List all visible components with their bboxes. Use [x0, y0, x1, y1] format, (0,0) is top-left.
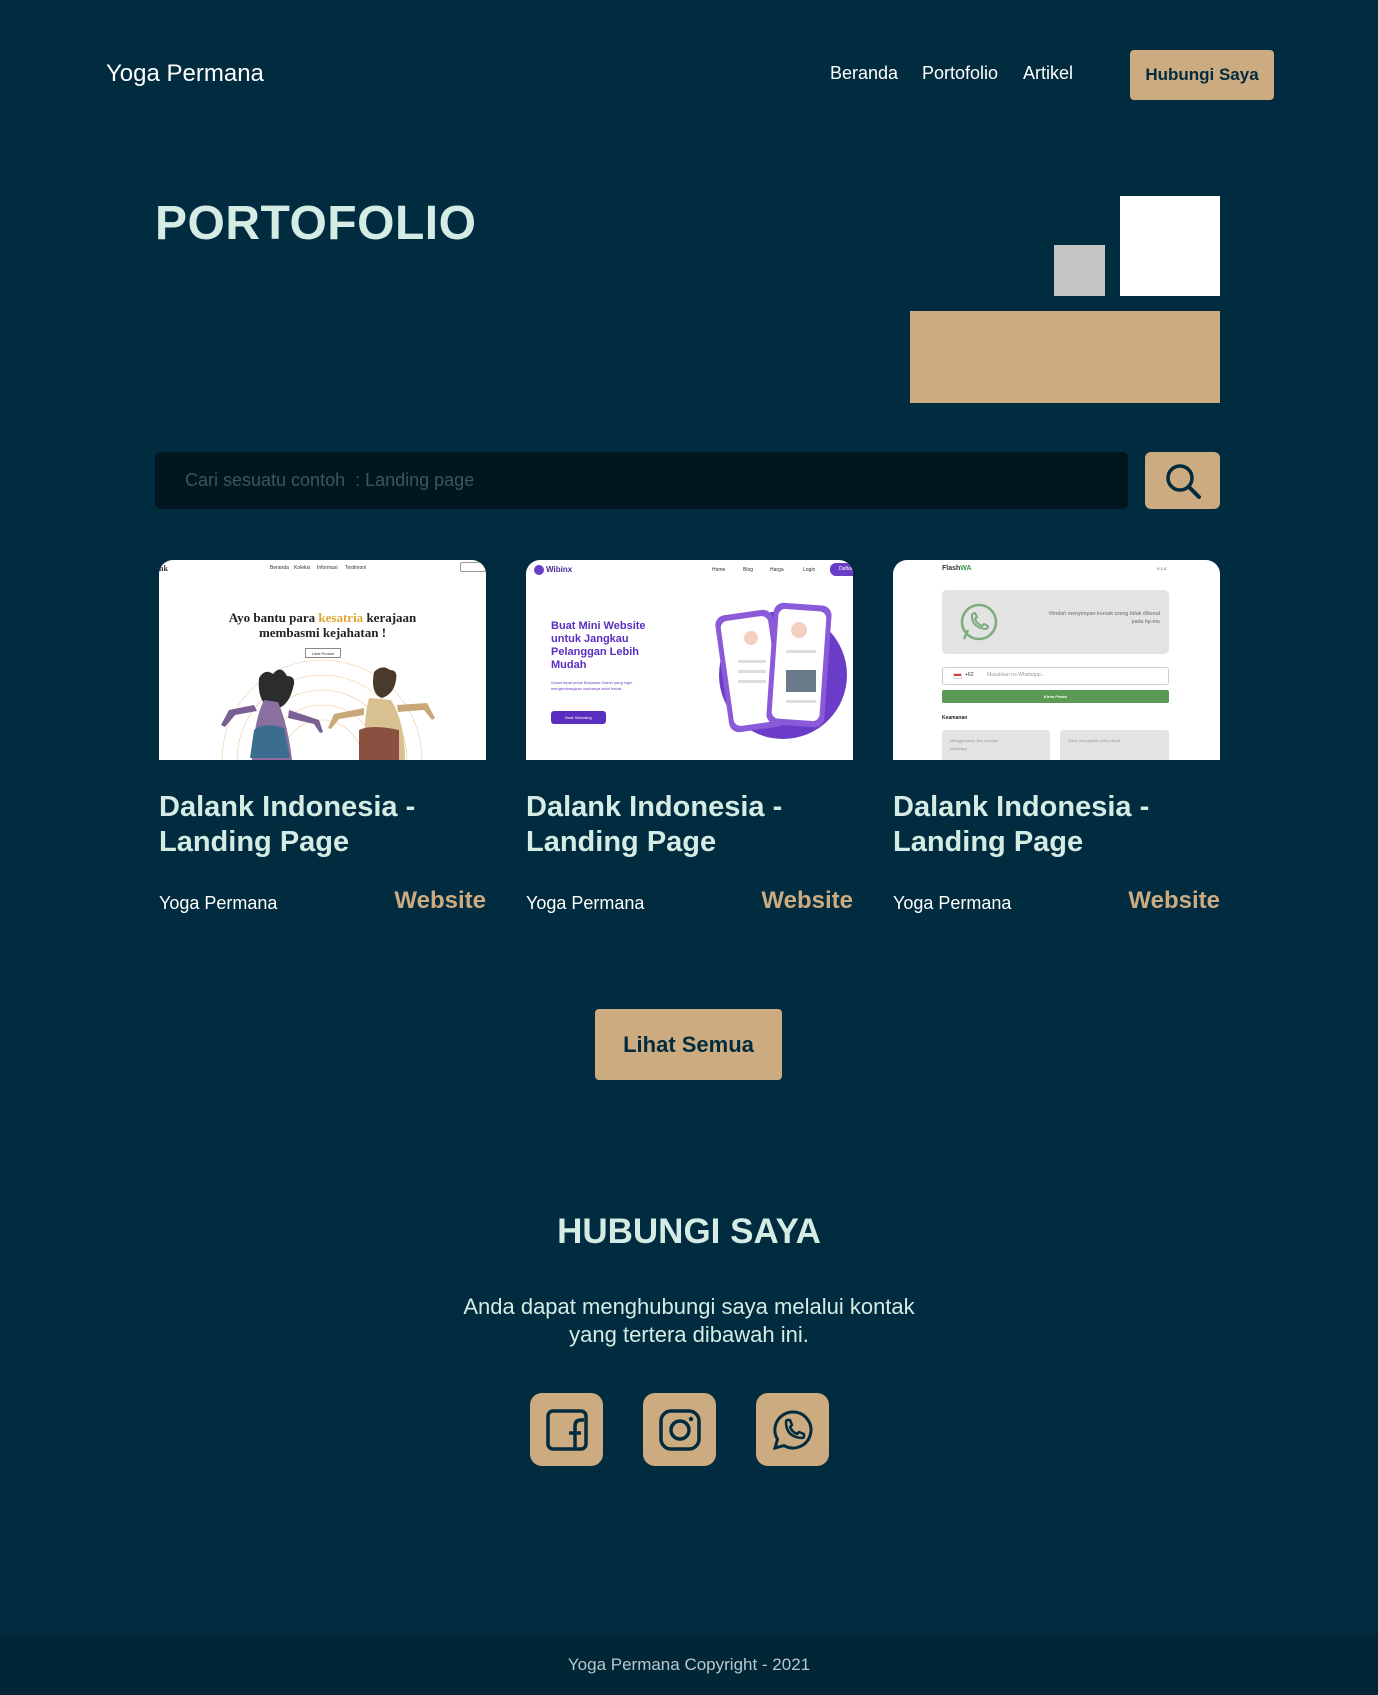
footer: Yoga Permana Copyright - 2021 — [0, 1635, 1378, 1695]
contact-description-line: yang tertera dibawah ini. — [569, 1322, 809, 1347]
card-meta: Yoga Permana Website — [893, 887, 1220, 917]
decor-tan-block — [910, 311, 1220, 403]
card-author: Yoga Permana — [159, 893, 278, 913]
portfolio-card[interactable]: FlashWA V 1.0 Hindari menyimpan kontak o… — [893, 560, 1220, 917]
thumb-nav: FlashWA V 1.0 — [893, 560, 1220, 576]
thumb-phone-input: +62 Masukkan no Whatsapp... — [942, 667, 1169, 685]
thumb-version: V 1.0 — [1157, 566, 1167, 571]
copyright-text: Yoga Permana Copyright - 2021 — [567, 1655, 811, 1674]
whatsapp-icon — [960, 603, 998, 641]
card-category[interactable]: Website — [394, 887, 486, 915]
flag-icon — [953, 673, 962, 679]
decor-grey-square — [1054, 245, 1105, 296]
card-category[interactable]: Website — [1128, 887, 1220, 915]
thumb-logo-accent: WA — [960, 565, 972, 572]
card-thumbnail: nk Beranda Koleksi Informasi Testimoni A… — [159, 560, 486, 760]
card-meta: Yoga Permana Website — [526, 887, 853, 917]
thumb-section-label: Keamanan — [942, 715, 968, 721]
facebook-button[interactable] — [530, 1393, 603, 1466]
nav-link-artikel[interactable]: Artikel — [1023, 63, 1073, 84]
card-thumbnail: FlashWA V 1.0 Hindari menyimpan kontak o… — [893, 560, 1220, 760]
thumb-banner-text: Hindari menyimpan kontak orang tidak dik… — [1049, 611, 1160, 625]
search-button[interactable] — [1145, 452, 1220, 509]
card-title[interactable]: Dalank Indonesia - Landing Page — [526, 790, 853, 860]
instagram-button[interactable] — [643, 1393, 716, 1466]
portfolio-card[interactable]: Wibinx Home Blog Harga Login Daftar Buat… — [526, 560, 853, 917]
search-icon — [1165, 463, 1201, 499]
facebook-icon — [545, 1408, 588, 1451]
card-author: Yoga Permana — [526, 893, 645, 913]
thumb-banner: Hindari menyimpan kontak orang tidak dik… — [942, 590, 1169, 654]
contact-me-button[interactable]: Hubungi Saya — [1130, 50, 1274, 100]
see-all-button[interactable]: Lihat Semua — [595, 1009, 782, 1080]
page-title: PORTOFOLIO — [155, 197, 477, 250]
card-thumbnail: Wibinx Home Blog Harga Login Daftar Buat… — [526, 560, 853, 760]
card-author: Yoga Permana — [893, 893, 1012, 913]
thumb-feature: Menggunakan fitur bawaan whatsapp — [942, 730, 1050, 760]
card-meta: Yoga Permana Website — [159, 887, 486, 917]
card-title[interactable]: Dalank Indonesia - Landing Page — [893, 790, 1220, 860]
thumb-feature-text: Tidak mengambil data pribadi — [1068, 738, 1121, 743]
decor-white-square — [1120, 196, 1220, 296]
thumb-feature-text: Menggunakan fitur bawaan whatsapp — [950, 738, 999, 751]
thumb-button: Kirim Pesan — [942, 690, 1169, 703]
top-navbar: Yoga Permana Beranda Portofolio Artikel … — [0, 0, 1378, 150]
card-category[interactable]: Website — [761, 887, 853, 915]
contact-title: HUBUNGI SAYA — [557, 1212, 821, 1251]
thumb-country-code: +62 — [965, 672, 974, 678]
contact-description: Anda dapat menghubungi saya melalui kont… — [439, 1293, 939, 1349]
whatsapp-icon — [772, 1409, 812, 1450]
whatsapp-button[interactable] — [756, 1393, 829, 1466]
instagram-icon — [658, 1408, 701, 1451]
nav-link-portofolio[interactable]: Portofolio — [922, 63, 998, 84]
search-input[interactable] — [155, 452, 1128, 509]
thumb-feature: Tidak mengambil data pribadi — [1060, 730, 1169, 760]
contact-description-line: Anda dapat menghubungi saya melalui kont… — [463, 1294, 915, 1319]
card-title[interactable]: Dalank Indonesia - Landing Page — [159, 790, 486, 860]
nav-link-beranda[interactable]: Beranda — [830, 63, 898, 84]
wayang-illustration — [221, 659, 435, 760]
thumb-logo: FlashWA — [942, 565, 972, 572]
thumb-input-placeholder: Masukkan no Whatsapp... — [987, 672, 1045, 678]
thumb-logo-part: Flash — [942, 565, 961, 572]
phones-illustration — [715, 602, 847, 739]
portfolio-card[interactable]: nk Beranda Koleksi Informasi Testimoni A… — [159, 560, 486, 917]
brand-name[interactable]: Yoga Permana — [106, 60, 264, 88]
